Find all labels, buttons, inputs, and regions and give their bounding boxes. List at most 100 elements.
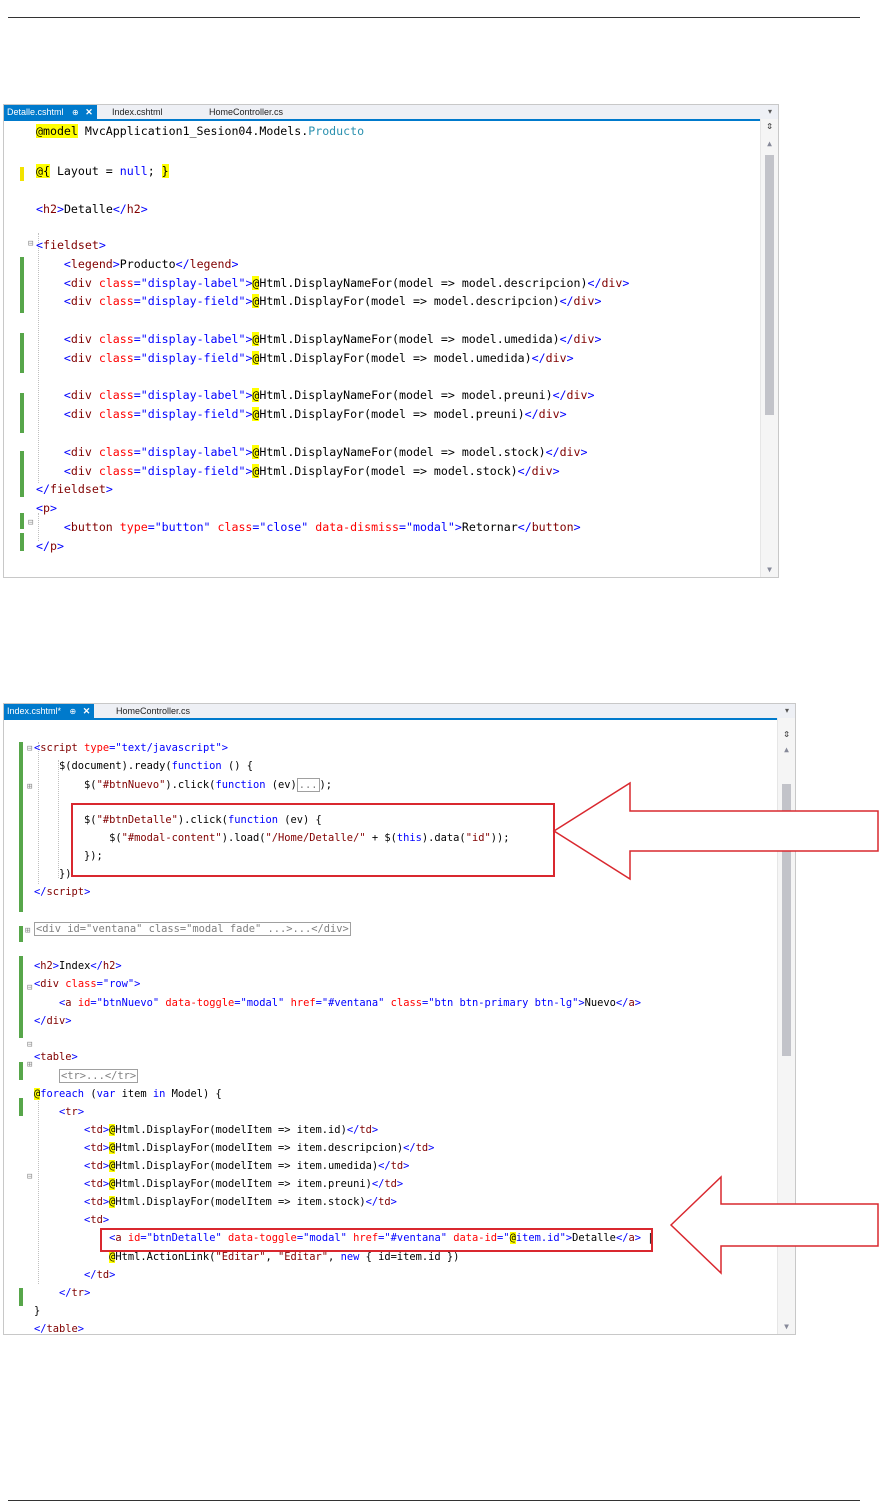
tab-homecontroller-cs[interactable]: HomeController.cs [209,105,283,119]
scroll-down-icon[interactable]: ▼ [778,1322,795,1332]
code-token: < [63,464,71,478]
code-token: div [559,445,581,459]
code-token: }) [34,868,72,880]
code-token: "Editar" [215,1251,266,1263]
chevron-down-icon[interactable]: ▾ [768,105,772,119]
code-token: div [573,294,595,308]
code-token: div [601,276,623,290]
code-token: div [538,407,560,421]
chevron-down-icon[interactable]: ▾ [785,704,789,718]
code-token: Html.DisplayFor(modelItem => item.descri… [115,1142,404,1154]
code-token: Html.DisplayFor(model => model.descripci… [259,294,560,308]
code-token: "display-field" [140,407,246,421]
code-token: "display-label" [140,276,246,290]
pin-icon[interactable]: ⊕ [70,707,77,716]
editor-tab-bar: Detalle.cshtml ⊕ ✕ Index.cshtml HomeCont… [4,105,778,121]
code-token: > [56,539,64,553]
collapse-icon[interactable]: ⊟ [27,744,32,754]
code-token: </ [36,482,50,496]
scroll-down-icon[interactable]: ▼ [761,565,778,575]
code-token: "modal" [406,520,455,534]
close-icon[interactable]: ✕ [85,107,93,117]
code-token: </ [531,351,546,365]
code-token: @model [36,124,78,138]
code-token: </ [36,539,50,553]
tab-detalle-cshtml[interactable]: Detalle.cshtml ⊕ ✕ [4,105,97,119]
code-token: $( [34,779,97,791]
code-token: ); [319,779,333,791]
code-line: <div class="display-label">@Html.Display… [36,332,601,346]
close-icon[interactable]: ✕ [83,706,91,716]
collapse-icon[interactable]: ⊟ [28,239,33,249]
code-token: div [46,1015,66,1027]
code-token: new [340,1251,360,1263]
code-token: > [428,1142,435,1154]
code-token: = [133,351,141,365]
expand-icon[interactable]: ⊞ [27,1060,32,1070]
code-token: > [622,276,630,290]
collapse-icon[interactable]: ⊟ [27,1040,32,1050]
code-token: function [171,760,222,772]
code-line: @{ Layout = null; } [36,164,169,178]
code-area[interactable]: @model MvcApplication1_Sesion04.Models.P… [36,121,758,577]
code-token: </ [365,1196,379,1208]
code-token: = [133,294,141,308]
code-token: Producto [308,124,365,138]
code-token: Producto [119,257,176,271]
code-token: td [415,1142,429,1154]
code-line: <div class="display-label">@Html.Display… [36,276,629,290]
code-token: > [140,202,148,216]
expand-icon[interactable]: ⊞ [27,782,32,792]
code-token: Html.DisplayNameFor(model => model.preun… [259,388,553,402]
change-marker [19,742,23,912]
code-token: class [91,445,134,459]
code-token: Nuevo [584,997,616,1009]
split-icon[interactable]: ⇕ [778,728,795,739]
code-token: > [71,1051,78,1063]
collapse-icon[interactable]: ⊟ [27,1172,32,1182]
pin-icon[interactable]: ⊕ [72,108,79,117]
code-token: = [133,388,141,402]
code-token: class [91,351,134,365]
code-token: </ [615,997,629,1009]
code-line: <div class="display-field">@Html.Display… [36,464,560,478]
code-token: </ [371,1178,385,1190]
tab-index-cshtml[interactable]: Index.cshtml* ⊕ ✕ [4,704,95,718]
collapse-icon[interactable]: ⊟ [28,518,33,528]
scroll-up-icon[interactable]: ▲ [761,139,778,149]
tab-index-cshtml[interactable]: Index.cshtml [112,105,163,119]
code-token: "text/javascript" [115,742,222,754]
code-token: Layout = [49,164,120,178]
code-line: <script type="text/javascript"> [34,742,228,754]
collapse-icon[interactable]: ⊟ [27,983,32,993]
expand-icon[interactable]: ⊞ [25,926,30,936]
code-token: tr [71,1287,85,1299]
code-line: <td>@Html.DisplayFor(modelItem => item.s… [34,1196,397,1208]
code-token: = [133,464,141,478]
code-token: Retornar [461,520,518,534]
vertical-scrollbar[interactable]: ⇕ ▲ ▼ [760,119,778,577]
code-token: fieldset [49,482,106,496]
code-token: </ [559,294,574,308]
code-token: td [90,1142,103,1154]
split-icon[interactable]: ⇕ [761,120,778,131]
code-token: > [390,1196,397,1208]
code-token: type [112,520,148,534]
code-token: < [36,501,43,515]
code-token: () { [221,760,253,772]
code-token: div [531,464,553,478]
scrollbar-thumb[interactable] [765,155,774,415]
code-token: div [70,276,92,290]
code-token: <div id="ventana" class="modal fade" ...… [34,922,351,936]
code-line: }) [34,868,72,880]
scroll-up-icon[interactable]: ▲ [778,745,795,755]
tab-homecontroller-cs[interactable]: HomeController.cs [116,704,190,718]
code-token: null [119,164,148,178]
code-line: <tr> [34,1106,84,1118]
code-token: > [403,1160,410,1172]
